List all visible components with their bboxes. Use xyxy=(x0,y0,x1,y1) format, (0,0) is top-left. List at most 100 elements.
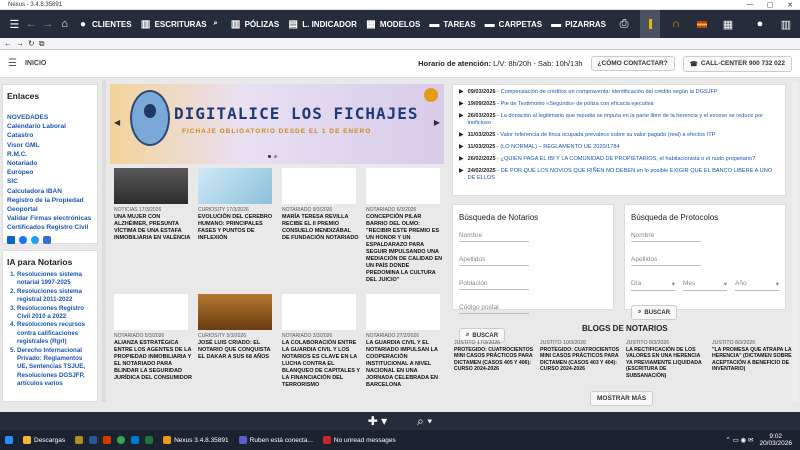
news-card[interactable]: NOTARIADO 6/3/2026 CONCEPCIÓN PILAR BARR… xyxy=(366,168,444,284)
twitter-icon[interactable] xyxy=(31,235,39,244)
nav-l-indicador[interactable]: ▤ L. INDICADOR xyxy=(287,14,357,34)
forward-arrow-icon[interactable]: → xyxy=(40,14,57,34)
chrome-icon[interactable] xyxy=(117,436,126,444)
notario-name-field[interactable]: Nombre xyxy=(459,232,529,242)
carousel-prev-icon[interactable]: ◀ xyxy=(114,118,120,127)
tray-icons[interactable]: ⌃ ▭ ◉ ✉ xyxy=(725,436,753,444)
linkedin-icon[interactable] xyxy=(7,235,15,244)
link-geoportal[interactable]: Geoportal xyxy=(7,205,93,214)
link-rmc[interactable]: R.M.C. xyxy=(7,150,93,159)
taskbar-item-messages[interactable]: No unread messages xyxy=(318,430,401,450)
ticker-row[interactable]: ▶ 26/03/2025 - La donación al legitimario… xyxy=(459,113,779,127)
link-novedades[interactable]: NOVEDADES xyxy=(7,113,93,122)
back-arrow-icon[interactable]: ← xyxy=(4,39,12,48)
flag-icon[interactable] xyxy=(692,14,712,34)
ia-item[interactable]: Resoluciones sistema registral 2011-2022 xyxy=(17,288,93,305)
link-calculadora-iban[interactable]: Calculadora IBAN xyxy=(7,187,93,196)
nav-polizas[interactable]: ▥ PÓLIZAS xyxy=(230,14,279,34)
ticker-row[interactable]: ▶ 24/02/2025 - DE POR QUÉ LOS NOVIOS QUE … xyxy=(459,168,779,182)
ia-item[interactable]: Resoluciones sistema notarial 1997-2025 xyxy=(17,271,93,288)
nav-carpetas[interactable]: ▬ CARPETAS xyxy=(484,14,542,34)
taskbar-item-descargas[interactable]: Descargas xyxy=(18,430,70,450)
nav-clientes[interactable]: ● CLIENTES xyxy=(77,14,132,34)
maximize-button[interactable]: ▢ xyxy=(760,1,780,9)
ticker-row[interactable]: ▶ 11/03/2025 - (LO NORMAL) – REGLAMENTO U… xyxy=(459,144,779,151)
open-window-icon[interactable]: ⧉ xyxy=(39,39,45,49)
notario-surname-field[interactable]: Apellidos xyxy=(459,256,529,266)
promo-banner[interactable]: ◀ DIGITALICE LOS FICHAJES FICHAJE OBLIGA… xyxy=(110,84,444,164)
user-icon[interactable]: ● xyxy=(750,14,770,34)
ticker-row[interactable]: ▶ 26/02/2025 - ¿QUIÉN PAGA EL IBI Y LA CO… xyxy=(459,156,779,163)
protocolo-name-field[interactable]: Nombre xyxy=(631,232,701,242)
link-sic[interactable]: SIC xyxy=(7,177,93,186)
printer-icon[interactable]: ⎙ xyxy=(614,14,634,34)
reload-icon[interactable]: ↻ xyxy=(28,39,35,48)
brand-logo-icon[interactable]: ∩ xyxy=(666,14,686,34)
link-calendario[interactable]: Calendario Laboral xyxy=(7,122,93,131)
ia-item[interactable]: Resoluciones recursos contra calificacio… xyxy=(17,321,93,346)
link-visor-gml[interactable]: Visor GML xyxy=(7,141,93,150)
carousel-dot[interactable] xyxy=(274,155,277,158)
nav-tareas[interactable]: ▬ TAREAS xyxy=(428,14,475,34)
contact-button[interactable]: ¿CÓMO CONTACTAR? xyxy=(590,56,675,71)
minimize-button[interactable]: — xyxy=(740,1,760,9)
hamburger-menu-icon[interactable]: ☰ xyxy=(8,58,17,69)
sidebar-scrollbar[interactable] xyxy=(102,80,106,402)
ia-item[interactable]: Resoluciones Registro Civil 2010 a 2022 xyxy=(17,305,93,322)
blog-card[interactable]: JUSTITO 8/3/2026 LA RECTIFICACIÓN DE LOS… xyxy=(626,340,706,380)
forward-arrow-icon[interactable]: → xyxy=(16,39,24,48)
news-card[interactable]: NOTARIADO 5/3/2026 ALIANZA ESTRATÉGICA E… xyxy=(114,294,192,382)
ia-item[interactable]: Derecho Internacional Privado: Reglament… xyxy=(17,347,93,389)
carousel-next-icon[interactable]: ▶ xyxy=(434,118,440,127)
app-icon[interactable] xyxy=(145,436,154,444)
link-validar-firmas[interactable]: Validar Firmas electrónicas xyxy=(7,214,93,223)
instagram-icon[interactable] xyxy=(43,235,51,244)
call-center-button[interactable]: ☎ CALL-CENTER 900 732 022 xyxy=(682,55,792,72)
carousel-dot[interactable] xyxy=(268,155,271,158)
back-arrow-icon[interactable]: ← xyxy=(23,14,40,34)
app-icon[interactable] xyxy=(75,436,84,444)
ticker-row[interactable]: ▶ 09/03/2026 - Compensación de créditos e… xyxy=(459,89,779,96)
main-scrollbar[interactable] xyxy=(792,82,798,402)
link-europeo[interactable]: Europeo xyxy=(7,168,93,177)
news-card[interactable]: NOTARIADO 3/3/2026 LA COLABORACIÓN ENTRE… xyxy=(282,294,360,389)
taskbar-item-chat[interactable]: Ruben está conecta... xyxy=(234,430,318,450)
taskbar-item-nexus[interactable]: Nexus 3.4.8.35891 xyxy=(158,430,234,450)
month-select[interactable]: Mes ▾ xyxy=(683,280,727,291)
link-catastro[interactable]: Catastro xyxy=(7,131,93,140)
color-picker-icon[interactable] xyxy=(640,10,660,38)
nav-pizarras[interactable]: ▬ PIZARRAS xyxy=(550,14,606,34)
search-icon[interactable]: ⌕ ▾ xyxy=(417,414,432,429)
app-icon[interactable] xyxy=(131,436,140,444)
calendar-icon[interactable]: ▦ xyxy=(718,14,738,34)
close-button[interactable]: ✕ xyxy=(780,1,800,9)
notario-postcode-field[interactable]: Código postal xyxy=(459,304,529,314)
hamburger-menu-icon[interactable]: ☰ xyxy=(6,14,23,34)
protocolos-search-button[interactable]: ⌕ BUSCAR xyxy=(631,305,678,320)
ticker-row[interactable]: ▶ 19/09/2025 - Pie de Testimonio «Segundo… xyxy=(459,101,779,108)
news-card[interactable]: NOTARIADO 27/2/2026 LA GUARDIA CIVIL Y E… xyxy=(366,294,444,389)
link-certificados-registro[interactable]: Certificados Registro Civil xyxy=(7,223,93,232)
sidebar-toggle-icon[interactable]: ▥ xyxy=(776,14,796,34)
protocolo-surname-field[interactable]: Apellidos xyxy=(631,256,701,266)
clock[interactable]: 9:02 20/03/2026 xyxy=(759,433,792,447)
ticker-row[interactable]: ▶ 11/03/2025 - Valor referencia de finca … xyxy=(459,132,779,139)
news-card[interactable]: CURIOSITY 5/3/2026 JOSÉ LUIS CRIADO: EL … xyxy=(198,294,276,361)
facebook-icon[interactable] xyxy=(19,235,27,244)
add-icon[interactable]: ✚ ▾ xyxy=(368,414,387,428)
link-registro-propiedad[interactable]: Registro de la Propiedad xyxy=(7,196,93,205)
notario-town-field[interactable]: Población xyxy=(459,280,529,290)
news-card[interactable]: NOTICIAS 17/3/2026 UNA MUJER CON ALZHÉIM… xyxy=(114,168,192,242)
nav-modelos[interactable]: ▦ MODELOS xyxy=(365,14,420,34)
app-icon[interactable] xyxy=(103,436,112,444)
nav-escrituras[interactable]: ▥ ESCRITURAS ⌕ xyxy=(140,14,222,34)
day-select[interactable]: Día ▾ xyxy=(631,280,675,291)
home-icon[interactable]: ⌂ xyxy=(56,14,73,34)
start-button[interactable] xyxy=(0,430,18,450)
blog-card[interactable]: JUSTITO 17/3/2026 PROTEGIDO: CUATROCIENT… xyxy=(454,340,534,373)
news-card[interactable]: CURIOSITY 17/3/2026 EVOLUCIÓN DEL CEREBR… xyxy=(198,168,276,242)
show-more-button[interactable]: MOSTRAR MÁS xyxy=(590,391,654,406)
news-card[interactable]: NOTARIADO 9/3/2026 MARÍA TERESA REVILLA … xyxy=(282,168,360,242)
year-select[interactable]: Año ▾ xyxy=(735,280,779,291)
blog-card[interactable]: JUSTITO 10/3/2026 PROTEGIDO: CUATROCIENT… xyxy=(540,340,620,373)
